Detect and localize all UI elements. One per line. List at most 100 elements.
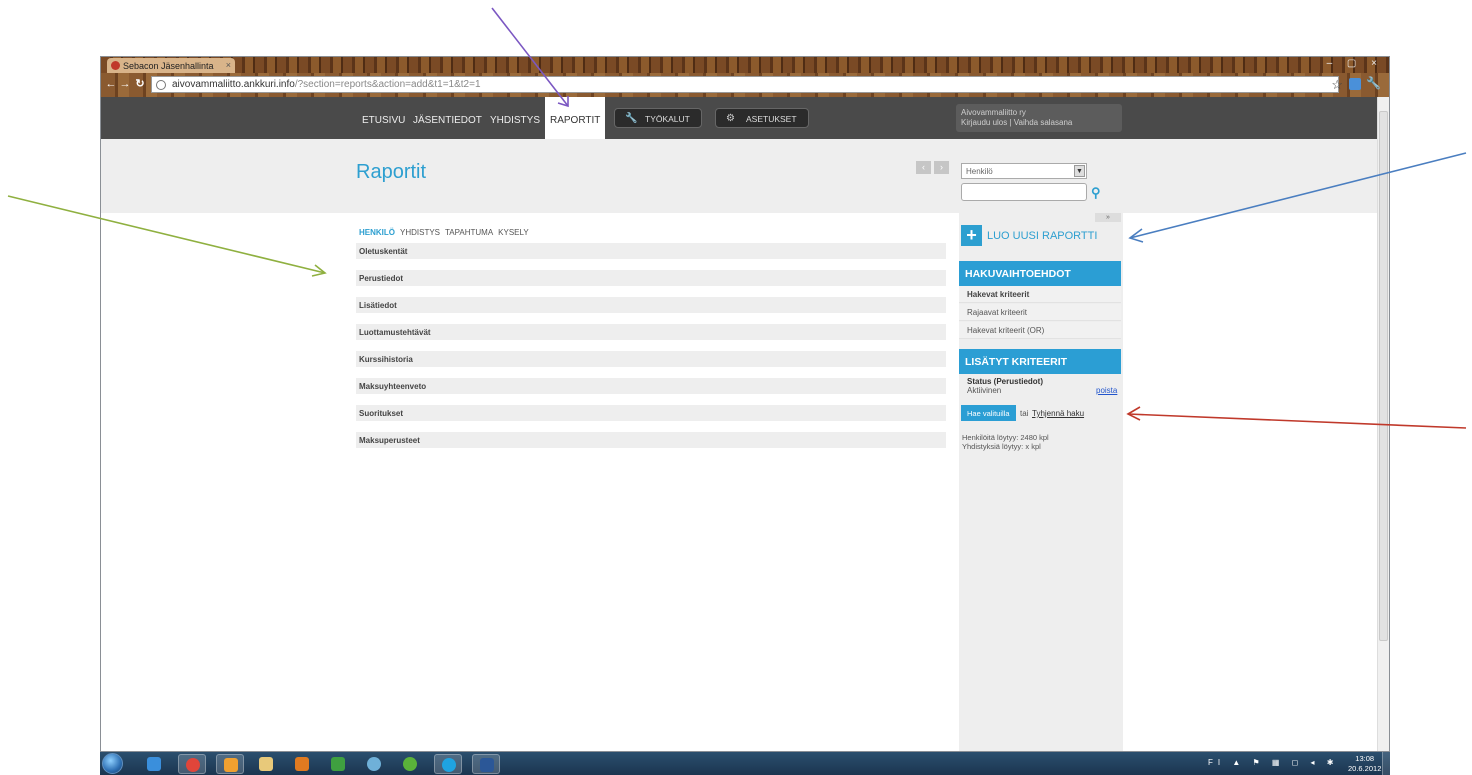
- forward-arrow-icon[interactable]: →: [119, 78, 131, 90]
- section-luottamustehtavat[interactable]: Luottamustehtävät: [356, 324, 946, 340]
- plus-icon: +: [961, 225, 982, 246]
- outlook-icon: [224, 758, 238, 772]
- search-type-value: Henkilö: [966, 167, 993, 176]
- window-controls[interactable]: – ▢ ×: [1327, 58, 1383, 69]
- search-input[interactable]: [961, 183, 1087, 201]
- bookmark-star-icon[interactable]: ☆: [1331, 77, 1343, 93]
- section-oletuskentat[interactable]: Oletuskentät: [356, 243, 946, 259]
- show-desktop-button[interactable]: [1382, 752, 1390, 775]
- or-text: tai: [1020, 409, 1029, 418]
- close-tab-icon[interactable]: ×: [226, 60, 231, 70]
- settings-button[interactable]: ⚙ ASETUKSET: [715, 108, 809, 128]
- gear-icon: ⚙: [726, 113, 735, 124]
- media-player-icon: [295, 757, 309, 771]
- browser-window: Sebacon Jäsenhallinta × – ▢ × ← → ↻ aivo…: [100, 56, 1390, 752]
- back-arrow-icon[interactable]: ←: [105, 78, 117, 90]
- top-navigation: ETUSIVU JÄSENTIEDOT YHDISTYS RAPORTIT 🔧 …: [101, 97, 1379, 139]
- start-button[interactable]: [102, 753, 123, 774]
- tab-tapahtuma[interactable]: TAPAHTUMA: [445, 228, 493, 237]
- tools-label: TYÖKALUT: [645, 114, 690, 124]
- persons-count: Henkilöitä löytyy: 2480 kpl: [962, 433, 1049, 442]
- user-box: Aivovammaliitto ry Kirjaudu ulos | Vaihd…: [956, 104, 1122, 132]
- taskbar-outlook[interactable]: [216, 754, 244, 774]
- search-icon[interactable]: ⚲: [1091, 185, 1101, 201]
- screen: Sebacon Jäsenhallinta × – ▢ × ← → ↻ aivo…: [0, 0, 1472, 775]
- network-icon: [367, 757, 381, 771]
- associations-count: Yhdistyksiä löytyy: x kpl: [962, 442, 1041, 451]
- section-maksuperusteet[interactable]: Maksuperusteet: [356, 432, 946, 448]
- wrench-icon: 🔧: [625, 113, 638, 124]
- internet-explorer-icon: [147, 757, 161, 771]
- spotify-icon: [403, 757, 417, 771]
- reload-icon[interactable]: ↻: [134, 78, 146, 90]
- title-band: [101, 139, 1379, 213]
- language-indicator[interactable]: FI: [1208, 758, 1225, 767]
- vertical-scrollbar[interactable]: [1377, 97, 1389, 751]
- windows-taskbar: FI ▲ ⚑ ▦ ◻ ◂ ✱ 13:08 20.6.2012: [100, 752, 1390, 775]
- favicon-icon: [111, 61, 120, 70]
- section-lisatiedot[interactable]: Lisätiedot: [356, 297, 946, 313]
- url-path: /?section=reports&action=add&t1=1&t2=1: [294, 79, 481, 90]
- tab-kysely[interactable]: KYSELY: [498, 228, 529, 237]
- chart-app-icon: [331, 757, 345, 771]
- nav-raportit-label: RAPORTIT: [550, 115, 601, 126]
- added-criteria-heading: LISÄTYT KRITEERIT: [959, 349, 1121, 374]
- taskbar-money[interactable]: [324, 754, 352, 774]
- page-title: Raportit: [356, 161, 427, 183]
- browser-titlebar: Sebacon Jäsenhallinta × – ▢ ×: [101, 57, 1389, 73]
- word-icon: [480, 758, 494, 772]
- tab-yhdistys[interactable]: YHDISTYS: [400, 228, 440, 237]
- taskbar-network[interactable]: [360, 754, 388, 774]
- taskbar-explorer[interactable]: [252, 754, 280, 774]
- user-org: Aivovammaliitto ry: [961, 108, 1026, 117]
- tab-title: Sebacon Jäsenhallinta: [123, 61, 214, 71]
- folder-icon: [259, 757, 273, 771]
- section-kurssihistoria[interactable]: Kurssihistoria: [356, 351, 946, 367]
- taskbar-word[interactable]: [472, 754, 500, 774]
- taskbar-media[interactable]: [288, 754, 316, 774]
- taskbar-ie[interactable]: [140, 754, 168, 774]
- settings-label: ASETUKSET: [746, 114, 797, 124]
- globe-icon: [156, 80, 166, 90]
- taskbar-spotify[interactable]: [396, 754, 424, 774]
- wrench-menu-icon[interactable]: 🔧: [1366, 76, 1381, 90]
- tab-henkilo[interactable]: HENKILÖ: [359, 228, 395, 237]
- system-tray[interactable]: FI ▲ ⚑ ▦ ◻ ◂ ✱: [1208, 758, 1338, 767]
- browser-tab[interactable]: Sebacon Jäsenhallinta ×: [107, 58, 235, 73]
- user-links[interactable]: Kirjaudu ulos | Vaihda salasana: [961, 118, 1122, 128]
- nav-raportit[interactable]: RAPORTIT: [545, 97, 605, 139]
- remove-criterion-link[interactable]: poista: [1096, 386, 1117, 395]
- tools-button[interactable]: 🔧 TYÖKALUT: [614, 108, 702, 128]
- search-selected-button[interactable]: Hae valituilla: [961, 405, 1016, 421]
- section-maksuyhteenveto[interactable]: Maksuyhteenveto: [356, 378, 946, 394]
- address-bar[interactable]: aivovammaliitto.ankkuri.info/?section=re…: [151, 76, 1339, 93]
- criterion-title: Status (Perustiedot): [967, 377, 1044, 386]
- option-rajaavat[interactable]: Rajaavat kriteerit: [959, 304, 1121, 321]
- search-type-select[interactable]: Henkilö ▼: [961, 163, 1087, 179]
- section-suoritukset[interactable]: Suoritukset: [356, 405, 946, 421]
- scrollbar-thumb[interactable]: [1379, 111, 1388, 641]
- taskbar-skype[interactable]: [434, 754, 462, 774]
- taskbar-clock[interactable]: 13:08 20.6.2012: [1348, 754, 1381, 774]
- taskbar-chrome[interactable]: [178, 754, 206, 774]
- extension-icon[interactable]: [1349, 78, 1361, 90]
- report-type-tabs: HENKILÖ YHDISTYS TAPAHTUMA KYSELY: [359, 228, 534, 237]
- option-hakevat-or[interactable]: Hakevat kriteerit (OR): [959, 322, 1121, 339]
- criterion-value: Aktiivinen: [967, 386, 1002, 395]
- pager: ‹ ›: [916, 157, 952, 175]
- next-page-button[interactable]: ›: [934, 161, 949, 174]
- nav-yhdistys[interactable]: YHDISTYS: [490, 115, 540, 126]
- chevron-down-icon: ▼: [1074, 165, 1085, 177]
- clear-search-link[interactable]: Tyhjennä haku: [1032, 409, 1084, 418]
- option-hakevat[interactable]: Hakevat kriteerit: [959, 286, 1121, 303]
- prev-page-button[interactable]: ‹: [916, 161, 931, 174]
- nav-etusivu[interactable]: ETUSIVU: [362, 115, 405, 126]
- nav-jasentiedot[interactable]: JÄSENTIEDOT: [413, 115, 482, 126]
- chrome-icon: [186, 758, 200, 772]
- skype-icon: [442, 758, 456, 772]
- clock-date: 20.6.2012: [1348, 764, 1382, 773]
- page-viewport: ETUSIVU JÄSENTIEDOT YHDISTYS RAPORTIT 🔧 …: [101, 97, 1379, 751]
- section-perustiedot[interactable]: Perustiedot: [356, 270, 946, 286]
- browser-toolbar: ← → ↻ aivovammaliitto.ankkuri.info/?sect…: [101, 73, 1389, 97]
- collapse-sidebar-button[interactable]: »: [1095, 213, 1121, 222]
